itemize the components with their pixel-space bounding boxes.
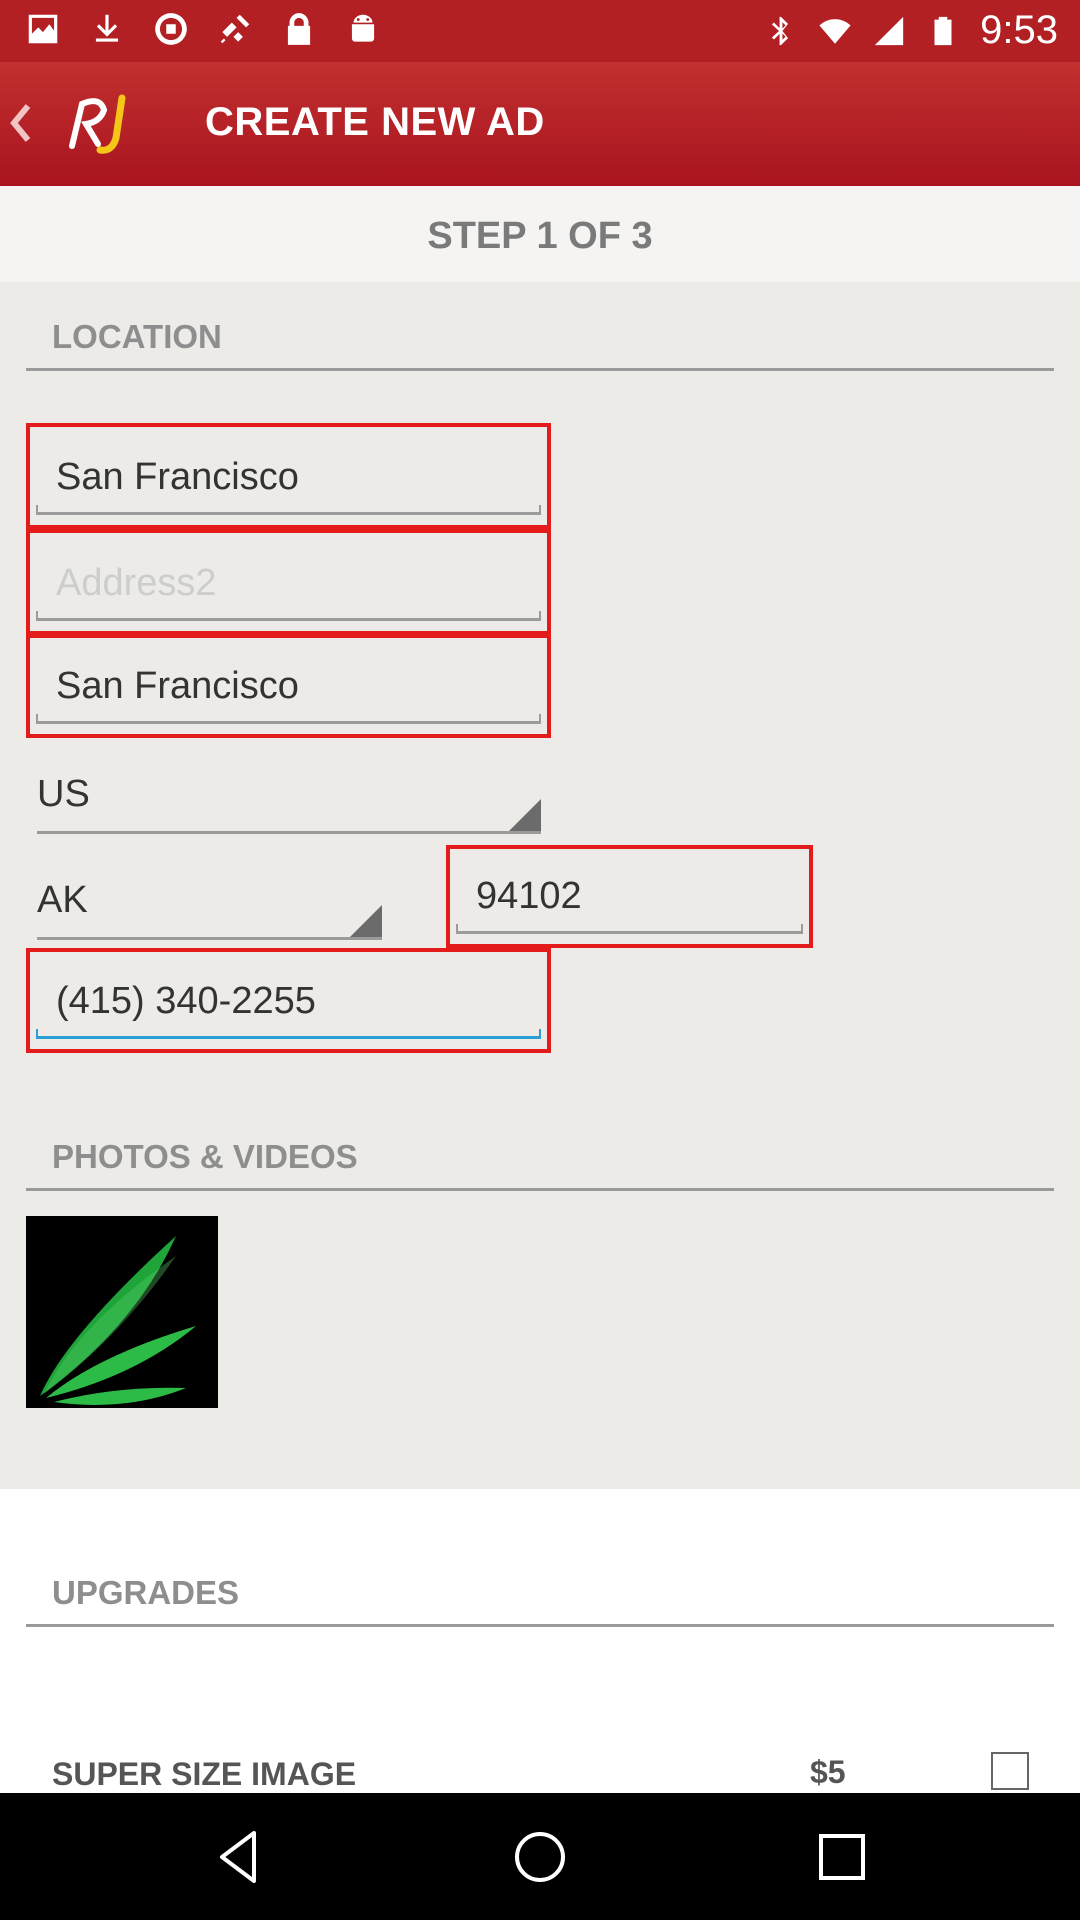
dropdown-corner-icon [509,799,541,831]
home-icon[interactable] [508,1825,572,1889]
phone-value: (415) 340-2255 [56,980,316,1022]
city-field-box: San Francisco [26,634,551,738]
android-icon [351,14,375,42]
battery-icon [934,16,952,45]
address1-value: San Francisco [56,456,299,498]
photos-section-header: PHOTOS & VIDEOS [26,1126,1054,1191]
upgrades-section-header: UPGRADES [26,1562,1054,1627]
navigation-bar [0,1793,1080,1920]
dropdown-corner-icon [350,905,382,937]
download-icon [95,14,119,42]
green-leaf-logo-icon [40,1236,196,1405]
state-value: AK [37,879,88,921]
zip-field-box: 94102 [446,845,813,948]
upgrade-item-price: $5 [810,1754,846,1790]
status-bar: 9:53 [0,0,1080,62]
state-dropdown[interactable]: AK [37,856,382,940]
zip-input[interactable]: 94102 [456,859,803,934]
location-header-label: LOCATION [52,318,222,355]
upgrade-item-label: SUPER SIZE IMAGE [52,1756,357,1792]
photos-header-label: PHOTOS & VIDEOS [52,1138,358,1175]
back-chevron-icon[interactable] [6,98,36,148]
app-bar: CREATE NEW AD [0,62,1080,186]
photo-thumbnail[interactable] [26,1216,218,1408]
address2-input[interactable]: Address2 [36,543,541,621]
country-dropdown[interactable]: US [37,750,541,834]
app-logo-icon[interactable] [60,86,140,162]
address1-field-box: San Francisco [26,423,551,529]
bluetooth-icon [772,16,789,45]
city-value: San Francisco [56,665,299,707]
satellite-icon [220,14,250,44]
signal-icon [874,16,904,45]
back-icon[interactable] [208,1825,272,1889]
city-input[interactable]: San Francisco [36,648,541,724]
lock-icon [287,13,311,45]
zip-value: 94102 [476,875,582,917]
phone-field-box: (415) 340-2255 [26,948,551,1053]
circle-icon [155,13,187,45]
super-size-image-checkbox[interactable] [991,1752,1029,1790]
address1-input[interactable]: San Francisco [36,437,541,515]
upgrades-header-label: UPGRADES [52,1574,240,1611]
phone-input[interactable]: (415) 340-2255 [36,962,541,1039]
step-indicator: STEP 1 OF 3 [0,186,1080,282]
upgrades-panel [0,1489,1080,1793]
address2-field-box: Address2 [26,529,551,635]
page-title: CREATE NEW AD [205,100,545,144]
location-section-header: LOCATION [26,306,1054,371]
image-icon [28,14,58,44]
country-value: US [37,773,90,815]
recents-icon[interactable] [810,1825,874,1889]
wifi-icon [819,18,851,44]
address2-placeholder: Address2 [56,562,217,604]
clock: 9:53 [980,8,1058,52]
